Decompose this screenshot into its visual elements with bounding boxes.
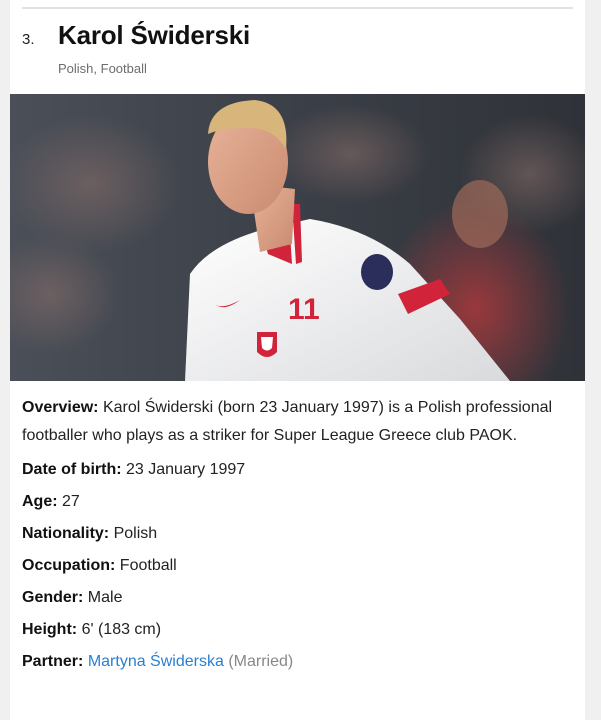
fact-label: Occupation: (22, 557, 116, 574)
person-tags: Polish, Football (58, 61, 147, 76)
divider (22, 7, 573, 9)
fact-height: Height: 6' (183 cm) (22, 614, 562, 646)
fact-label: Height: (22, 621, 78, 638)
fact-value: Male (87, 589, 123, 606)
jersey-number: 11 (288, 293, 320, 326)
overview-paragraph: Overview: Karol Świderski (born 23 Janua… (22, 394, 562, 450)
profile-card: 3. Karol Świderski Polish, Football 11 O… (10, 0, 585, 720)
fact-label: Partner: (22, 653, 84, 670)
fact-occupation: Occupation: Football (22, 550, 562, 582)
fact-date-of-birth: Date of birth: 23 January 1997 (22, 454, 562, 486)
fact-value: Football (119, 557, 177, 574)
overview-text: Karol Świderski (born 23 January 1997) i… (22, 399, 553, 444)
fact-value: 6' (183 cm) (81, 621, 162, 638)
fact-nationality: Nationality: Polish (22, 518, 562, 550)
fact-value: 27 (62, 493, 80, 510)
fact-label: Gender: (22, 589, 84, 606)
fact-label: Age: (22, 493, 58, 510)
fact-gender: Gender: Male (22, 582, 562, 614)
partner-status: (Married) (228, 653, 294, 670)
fact-value: Polish (113, 525, 158, 542)
profile-info: Overview: Karol Świderski (born 23 Janua… (22, 394, 562, 678)
fact-age: Age: 27 (22, 486, 562, 518)
fact-label: Date of birth: (22, 461, 122, 478)
fact-label: Nationality: (22, 525, 110, 542)
player-photo-illustration: 11 (10, 94, 585, 381)
player-photo[interactable]: 11 (10, 94, 585, 381)
partner-link[interactable]: Martyna Świderska (88, 653, 224, 670)
fact-partner: Partner: Martyna Świderska (Married) (22, 646, 562, 678)
fact-value: 23 January 1997 (126, 461, 246, 478)
overview-label: Overview: (22, 399, 99, 416)
rank-number: 3. (22, 31, 35, 48)
person-name[interactable]: Karol Świderski (58, 20, 250, 51)
